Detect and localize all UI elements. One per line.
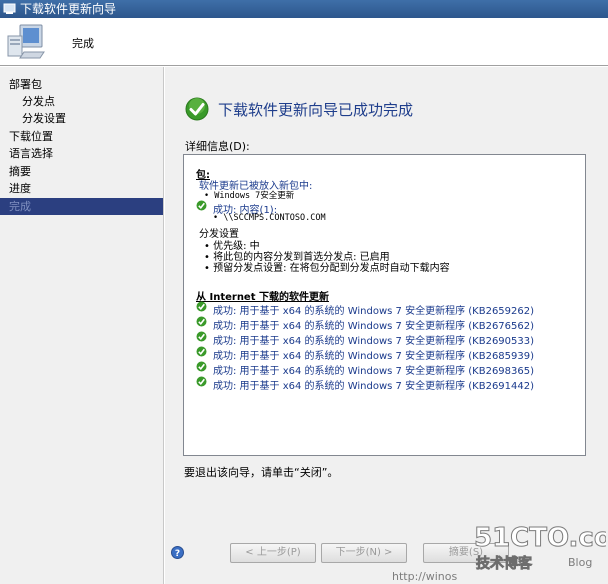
- help-icon[interactable]: ?: [171, 546, 184, 559]
- wizard-app-icon: [3, 3, 16, 14]
- success-check-icon: [196, 346, 207, 357]
- success-check-icon: [196, 376, 207, 387]
- update-result-row: 成功: 用于基于 x64 的系统的 Windows 7 安全更新程序 (KB26…: [213, 351, 535, 362]
- content-path: • \\SCCMPS.CONTOSO.COM: [213, 213, 326, 223]
- success-check-icon: [196, 361, 207, 372]
- watermark-tagline: 技术博客: [476, 555, 533, 572]
- wizard-header: 完成: [0, 18, 608, 66]
- sidebar-item-summary[interactable]: 摘要: [0, 163, 163, 180]
- completion-title: 下载软件更新向导已成功完成: [218, 101, 414, 119]
- svg-text:?: ?: [175, 549, 180, 559]
- update-result-row: 成功: 用于基于 x64 的系统的 Windows 7 安全更新程序 (KB26…: [213, 336, 535, 347]
- sidebar-item-progress[interactable]: 进度: [0, 180, 163, 197]
- window-title-bar[interactable]: 下载软件更新向导: [0, 0, 608, 18]
- watermark-brand: 51CTO.com: [474, 523, 606, 553]
- sidebar-item-distribution-settings[interactable]: 分发设置: [0, 110, 163, 127]
- prestage-line: • 预留分发点设置: 在将包分配到分发点时自动下载内容: [204, 263, 450, 274]
- sidebar-item-completion[interactable]: 完成: [0, 198, 163, 215]
- watermark-url: http://winos: [392, 570, 457, 583]
- details-label: 详细信息(D):: [185, 140, 250, 153]
- success-check-icon: [196, 200, 207, 211]
- success-check-icon: [196, 331, 207, 342]
- computer-icon: [7, 24, 45, 59]
- wizard-sidebar: 部署包 分发点 分发设置 下载位置 语言选择 摘要 进度 完成: [0, 67, 164, 584]
- window-title: 下载软件更新向导: [20, 2, 117, 16]
- page-title: 完成: [72, 37, 94, 50]
- internet-updates-heading: 从 Internet 下载的软件更新: [196, 292, 329, 303]
- update-result-row: 成功: 用于基于 x64 的系统的 Windows 7 安全更新程序 (KB26…: [213, 306, 535, 317]
- sidebar-item-language-selection[interactable]: 语言选择: [0, 145, 163, 162]
- details-textbox[interactable]: 包: 软件更新已被放入新包中: • Windows 7安全更新 成功: 内容(1…: [183, 154, 586, 456]
- exit-instruction: 要退出该向导，请单击“关闭”。: [184, 466, 339, 479]
- success-check-icon: [196, 301, 207, 312]
- update-result-row: 成功: 用于基于 x64 的系统的 Windows 7 安全更新程序 (KB26…: [213, 381, 535, 392]
- watermark-blog: Blog: [568, 556, 592, 569]
- sidebar-item-deployment-package[interactable]: 部署包: [0, 76, 163, 93]
- package-name: • Windows 7安全更新: [204, 191, 295, 201]
- success-check-icon: [185, 97, 209, 121]
- success-check-icon: [196, 316, 207, 327]
- update-result-row: 成功: 用于基于 x64 的系统的 Windows 7 安全更新程序 (KB26…: [213, 366, 535, 377]
- wizard-content: 下载软件更新向导已成功完成 详细信息(D): 包: 软件更新已被放入新包中: •…: [165, 67, 608, 542]
- previous-button[interactable]: < 上一步(P): [230, 543, 316, 563]
- sidebar-item-download-location[interactable]: 下载位置: [0, 128, 163, 145]
- update-result-row: 成功: 用于基于 x64 的系统的 Windows 7 安全更新程序 (KB26…: [213, 321, 535, 332]
- sidebar-item-distribution-points[interactable]: 分发点: [0, 93, 163, 110]
- site-watermark: 51CTO.com 技术博客 Blog http://winos: [392, 523, 606, 584]
